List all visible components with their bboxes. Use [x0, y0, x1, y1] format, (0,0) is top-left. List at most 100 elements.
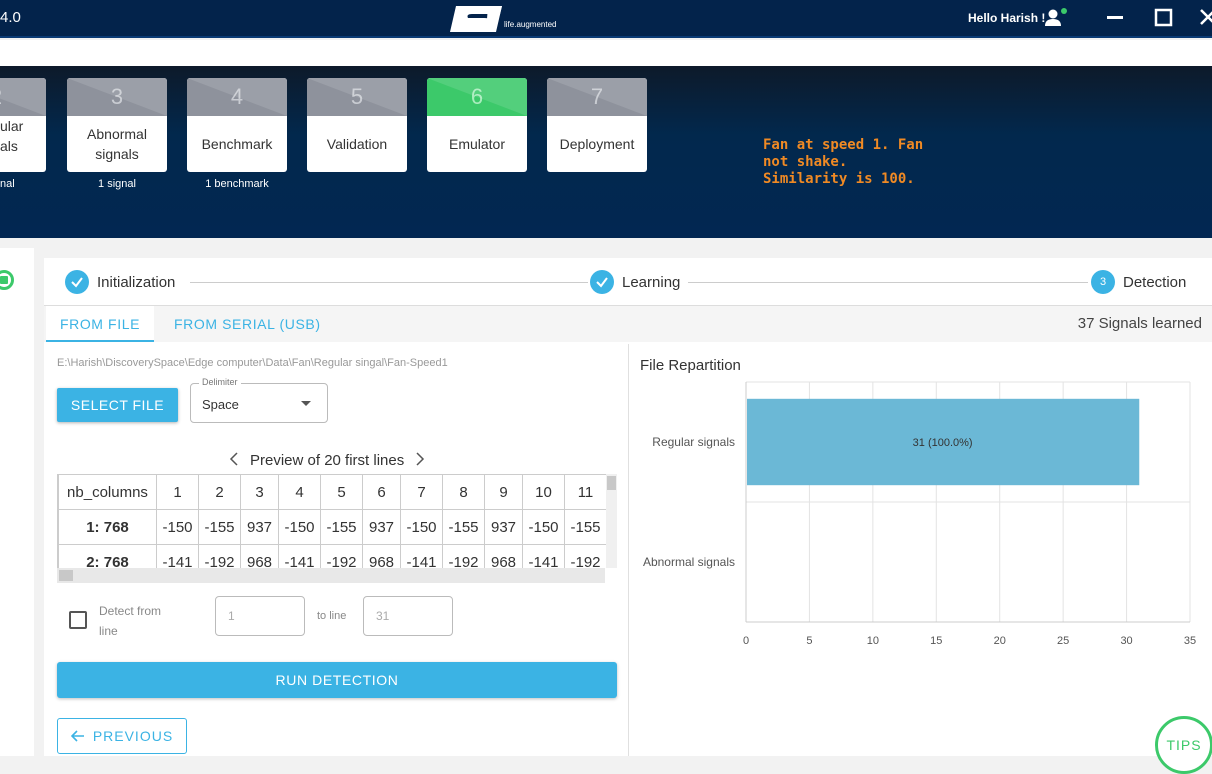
step-number-badge: 3: [1091, 270, 1115, 294]
table-cell: -155: [442, 509, 485, 545]
preview-table-container: nb_columns 1 2 3 4 5 6 7 8 9 10 11 1: 76…: [57, 474, 617, 568]
table-cell: -155: [198, 509, 241, 545]
minimize-icon[interactable]: [1104, 6, 1128, 30]
table-header-cell: 9: [484, 474, 523, 510]
table-cell: -150: [156, 509, 199, 545]
tab-from-serial[interactable]: FROM SERIAL (USB): [174, 306, 321, 342]
table-header-cell: 2: [198, 474, 241, 510]
table-cell: 968: [362, 544, 401, 568]
table-cell: -192: [442, 544, 485, 568]
step-card-abnormal-signals[interactable]: 3 Abnormal signals: [67, 78, 167, 172]
table-cell: -150: [278, 509, 321, 545]
detect-from-line-checkbox[interactable]: [69, 611, 87, 629]
tips-button[interactable]: TIPS: [1155, 716, 1212, 774]
chevron-down-icon: [301, 401, 311, 406]
table-vertical-scrollbar[interactable]: [606, 474, 617, 568]
table-header-cell: 7: [400, 474, 443, 510]
check-icon: [65, 270, 89, 294]
table-cell: -192: [198, 544, 241, 568]
table-horizontal-scrollbar[interactable]: [57, 568, 605, 583]
source-tabs: FROM FILE FROM SERIAL (USB) 37 Signals l…: [44, 306, 1212, 342]
table-cell: 937: [362, 509, 401, 545]
table-header-cell: 5: [320, 474, 363, 510]
step-number: 5: [307, 78, 407, 116]
file-path: E:\Harish\DiscoverySpace\Edge computer\D…: [57, 357, 448, 369]
table-cell: 937: [240, 509, 279, 545]
table-cell: 968: [484, 544, 523, 568]
toolbar-strip: [0, 40, 1212, 66]
check-icon: [590, 270, 614, 294]
preview-table: nb_columns 1 2 3 4 5 6 7 8 9 10 11 1: 76…: [58, 474, 607, 568]
step-number: 2: [0, 78, 46, 116]
table-cell: -155: [320, 509, 363, 545]
status-ring-icon[interactable]: [0, 270, 14, 290]
user-icon[interactable]: [1044, 7, 1068, 29]
app-version: 4.0: [0, 9, 21, 26]
step-label: Deployment: [559, 136, 635, 152]
stepper-detection: 3 Detection: [1091, 270, 1186, 294]
stepper-line: [190, 282, 588, 283]
workflow-banner: 2 ular als nal 3 Abnormal signals 1 sign…: [0, 66, 1212, 238]
to-line-label: to line: [317, 610, 347, 622]
step-card-regular-signals[interactable]: 2 ular als: [0, 78, 46, 172]
run-detection-button[interactable]: RUN DETECTION: [57, 662, 617, 698]
detect-from-line-label: Detect from line: [99, 604, 162, 638]
step-card-benchmark[interactable]: 4 Benchmark: [187, 78, 287, 172]
table-cell: -192: [564, 544, 607, 568]
step-sub-regular: nal: [0, 178, 15, 190]
step-number: 6: [427, 78, 527, 116]
arrow-left-icon: [70, 730, 84, 742]
chevron-left-icon[interactable]: [228, 452, 240, 466]
select-file-button[interactable]: SELECT FILE: [57, 388, 178, 422]
step-number: 7: [547, 78, 647, 116]
close-icon[interactable]: [1198, 6, 1212, 30]
table-cell: -141: [278, 544, 321, 568]
previous-button[interactable]: PREVIOUS: [57, 718, 187, 754]
table-cell: -150: [522, 509, 565, 545]
step-label: Emulator: [448, 136, 506, 152]
step-label: Benchmark: [201, 136, 273, 152]
bar-data-label: 31 (100.0%): [913, 437, 973, 449]
table-header-cell: 11: [564, 474, 607, 510]
preview-nav: Preview of 20 first lines: [228, 452, 426, 469]
table-cell: -141: [156, 544, 199, 568]
step-card-deployment[interactable]: 7 Deployment: [547, 78, 647, 172]
x-tick-label: 0: [743, 635, 749, 647]
x-tick-label: 25: [1057, 635, 1069, 647]
delimiter-value: Space: [202, 397, 239, 412]
table-header-cell: 4: [278, 474, 321, 510]
table-row: 2: 768 -141 -192 968 -141 -192 968 -141 …: [58, 544, 607, 568]
step-label: Abnormal signals: [87, 126, 147, 162]
tab-from-file[interactable]: FROM FILE: [46, 306, 154, 342]
delimiter-label: Delimiter: [199, 377, 241, 387]
st-logo: life.augmented: [450, 6, 556, 32]
step-number: 3: [67, 78, 167, 116]
row-header: 1: 768: [58, 509, 157, 545]
table-header-cell: 1: [156, 474, 199, 510]
title-bar: 4.0 life.augmented Hello Harish !: [0, 0, 1212, 38]
step-card-validation[interactable]: 5 Validation: [307, 78, 407, 172]
table-cell: -141: [400, 544, 443, 568]
x-tick-label: 30: [1120, 635, 1132, 647]
chart-title: File Repartition: [640, 357, 741, 374]
table-header-cell: 6: [362, 474, 401, 510]
step-sub-benchmark: 1 benchmark: [205, 178, 269, 190]
stepper-line: [688, 282, 1088, 283]
maximize-icon[interactable]: [1152, 6, 1176, 30]
step-card-emulator[interactable]: 6 Emulator: [427, 78, 527, 172]
logo-tagline: life.augmented: [504, 20, 556, 29]
delimiter-select[interactable]: Delimiter Space: [190, 377, 328, 423]
x-tick-label: 5: [806, 635, 812, 647]
stepper-initialization: Initialization: [65, 270, 175, 294]
from-line-input[interactable]: 1: [215, 596, 305, 636]
progress-stepper: Initialization Learning 3 Detection: [44, 258, 1212, 306]
to-line-input[interactable]: 31: [363, 596, 453, 636]
file-repartition-chart: 0 5 10 15 20 25 30 35 Regular signals 31 (100.0%)…: [643, 381, 1196, 647]
x-tick-label: 35: [1184, 635, 1196, 647]
table-cell: 968: [240, 544, 279, 568]
signals-learned-count: 37 Signals learned: [1077, 315, 1202, 332]
y-category-label: Abnormal signals: [643, 555, 735, 569]
table-header-cell: nb_columns: [58, 474, 157, 510]
chevron-right-icon[interactable]: [414, 452, 426, 466]
stepper-learning: Learning: [590, 270, 681, 294]
